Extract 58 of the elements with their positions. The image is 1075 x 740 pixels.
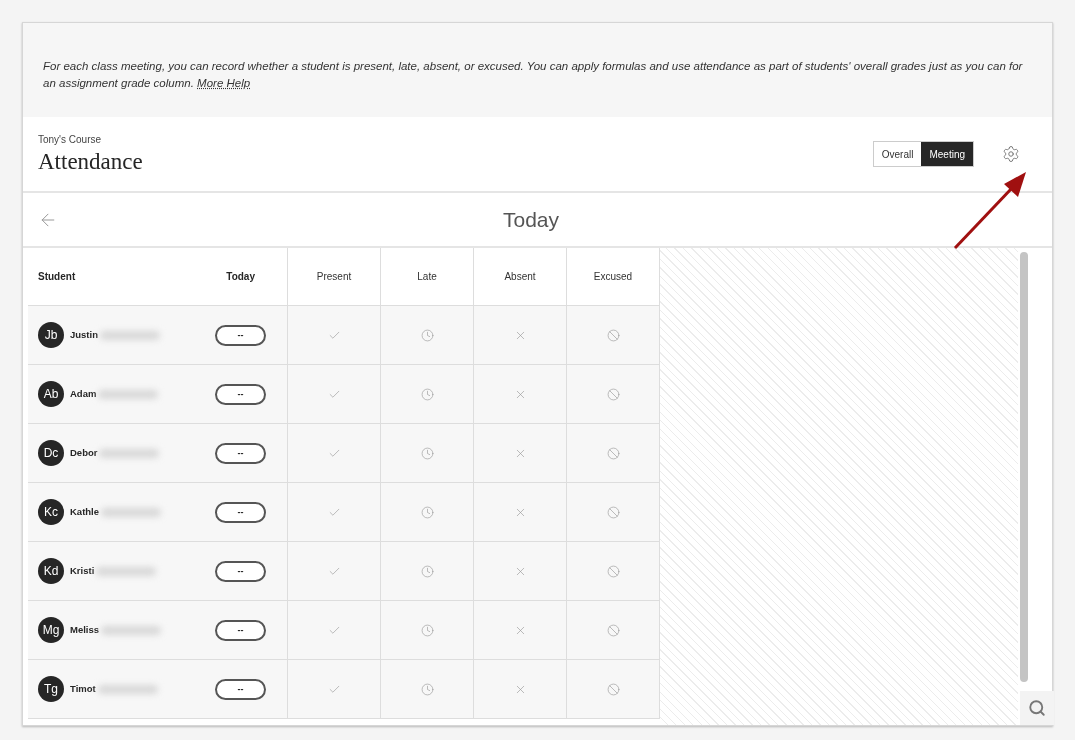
no-entry-icon[interactable]	[606, 446, 620, 460]
clock-icon[interactable]	[420, 328, 434, 342]
banner-text: For each class meeting, you can record whether a student is present, late, absent, or excused. You can apply formulas and use attendance as part of students' overall grades just as you can for an assignment grade column. More Help	[43, 59, 1024, 91]
course-name: Tony's Course	[38, 132, 103, 147]
blurred-name	[96, 566, 157, 576]
student-name: Meliss	[70, 622, 100, 637]
status-button[interactable]: --	[215, 560, 266, 582]
column-header: Excused	[593, 270, 633, 284]
settings-icon[interactable]	[1002, 145, 1020, 163]
status-button[interactable]: --	[215, 501, 266, 523]
status-button[interactable]: --	[215, 619, 266, 641]
student-name: Kristi	[70, 563, 95, 578]
search-icon	[1028, 699, 1046, 717]
column-header: Absent	[504, 270, 536, 284]
clock-icon[interactable]	[420, 623, 434, 637]
avatar-initials: Dc	[38, 440, 64, 466]
student-name: Kathle	[70, 504, 100, 519]
blurred-name	[101, 625, 162, 635]
status-button[interactable]: --	[215, 442, 266, 464]
blurred-name	[97, 684, 158, 694]
column-header: Present	[316, 270, 352, 284]
no-entry-icon[interactable]	[606, 682, 620, 696]
blurred-name	[101, 507, 162, 517]
blurred-name	[98, 389, 159, 399]
no-entry-icon[interactable]	[606, 387, 620, 401]
more-help-link[interactable]: More Help	[197, 77, 251, 89]
avatar-initials: Ab	[38, 381, 64, 407]
clock-icon[interactable]	[420, 446, 434, 460]
student-name: Adam	[70, 386, 97, 401]
no-entry-icon[interactable]	[606, 328, 620, 342]
status-button[interactable]: --	[215, 324, 266, 346]
view-toggle[interactable]: Meeting	[921, 142, 973, 166]
no-entry-icon[interactable]	[606, 564, 620, 578]
clock-icon[interactable]	[420, 387, 434, 401]
blurred-name	[99, 448, 160, 458]
avatar-initials: Kd	[38, 558, 64, 584]
student-name: Timot	[70, 681, 96, 696]
clock-icon[interactable]	[420, 564, 434, 578]
status-button[interactable]: --	[215, 383, 266, 405]
avatar-initials: Mg	[38, 617, 64, 643]
column-header: Student	[38, 270, 76, 284]
clock-icon[interactable]	[420, 505, 434, 519]
no-entry-icon[interactable]	[606, 505, 620, 519]
student-name: Justin	[70, 327, 98, 342]
no-entry-icon[interactable]	[606, 623, 620, 637]
student-name: Debor	[70, 445, 98, 460]
blurred-name	[100, 330, 160, 340]
status-button[interactable]: --	[215, 678, 266, 700]
page-title: Attendance	[38, 147, 143, 176]
date-title: Today	[503, 206, 560, 233]
search-button[interactable]	[1020, 691, 1054, 725]
avatar-initials: Tg	[38, 676, 64, 702]
column-header: Today	[226, 270, 255, 284]
avatar-initials: Kc	[38, 499, 64, 525]
avatar-initials: Jb	[38, 322, 64, 348]
scrollbar-thumb[interactable]	[1020, 252, 1028, 682]
column-header: Late	[417, 270, 437, 284]
clock-icon[interactable]	[420, 682, 434, 696]
